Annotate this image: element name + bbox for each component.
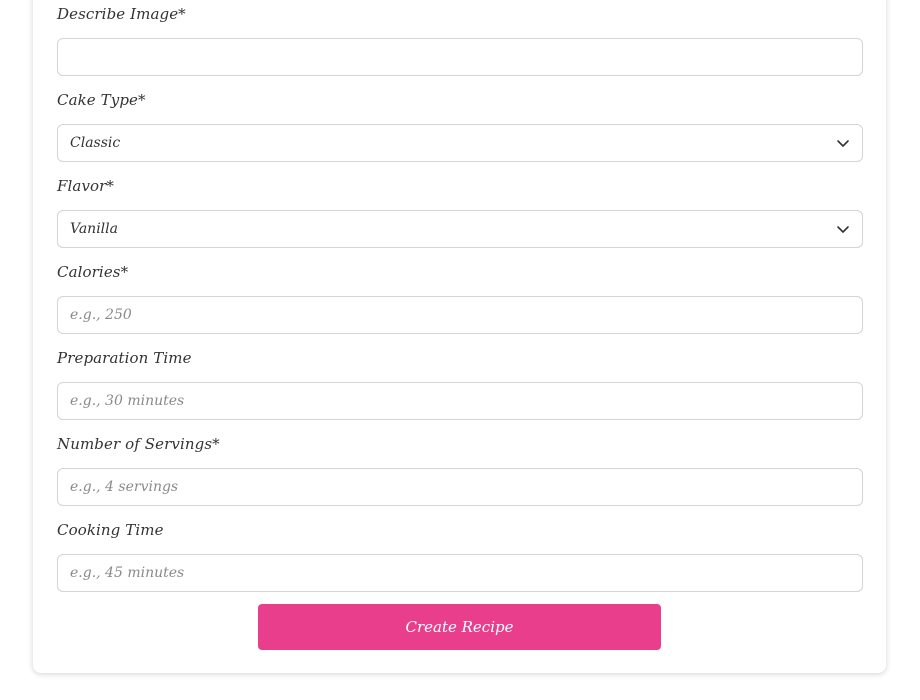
preparation-time-field: Preparation Time: [57, 348, 863, 420]
calories-label: Calories*: [57, 263, 129, 281]
cooking-time-input[interactable]: [58, 555, 862, 591]
preparation-time-input-wrapper: [57, 382, 863, 420]
recipe-form-card: Describe Image* Cake Type* Classic Flavo…: [33, 0, 886, 673]
flavor-selected-value: Vanilla: [70, 221, 118, 237]
servings-input-wrapper: [57, 468, 863, 506]
flavor-label: Flavor*: [57, 177, 115, 195]
cooking-time-label: Cooking Time: [57, 521, 164, 539]
servings-field: Number of Servings*: [57, 434, 863, 506]
servings-input[interactable]: [58, 469, 862, 505]
preparation-time-input[interactable]: [58, 383, 862, 419]
describe-image-input-wrapper: [57, 38, 863, 76]
cooking-time-input-wrapper: [57, 554, 863, 592]
cake-type-field: Cake Type* Classic: [57, 90, 863, 162]
servings-label: Number of Servings*: [57, 435, 220, 453]
cake-type-select[interactable]: Classic: [57, 124, 863, 162]
calories-field: Calories*: [57, 262, 863, 334]
cake-type-label: Cake Type*: [57, 91, 146, 109]
describe-image-input[interactable]: [58, 39, 862, 75]
calories-input-wrapper: [57, 296, 863, 334]
flavor-field: Flavor* Vanilla: [57, 176, 863, 248]
describe-image-label: Describe Image*: [57, 5, 186, 23]
create-recipe-button[interactable]: Create Recipe: [258, 604, 661, 650]
cooking-time-field: Cooking Time: [57, 520, 863, 592]
chevron-down-icon: [837, 140, 849, 147]
chevron-down-icon: [837, 226, 849, 233]
preparation-time-label: Preparation Time: [57, 349, 192, 367]
cake-type-selected-value: Classic: [70, 135, 121, 151]
flavor-select[interactable]: Vanilla: [57, 210, 863, 248]
describe-image-field: Describe Image*: [57, 4, 863, 76]
calories-input[interactable]: [58, 297, 862, 333]
